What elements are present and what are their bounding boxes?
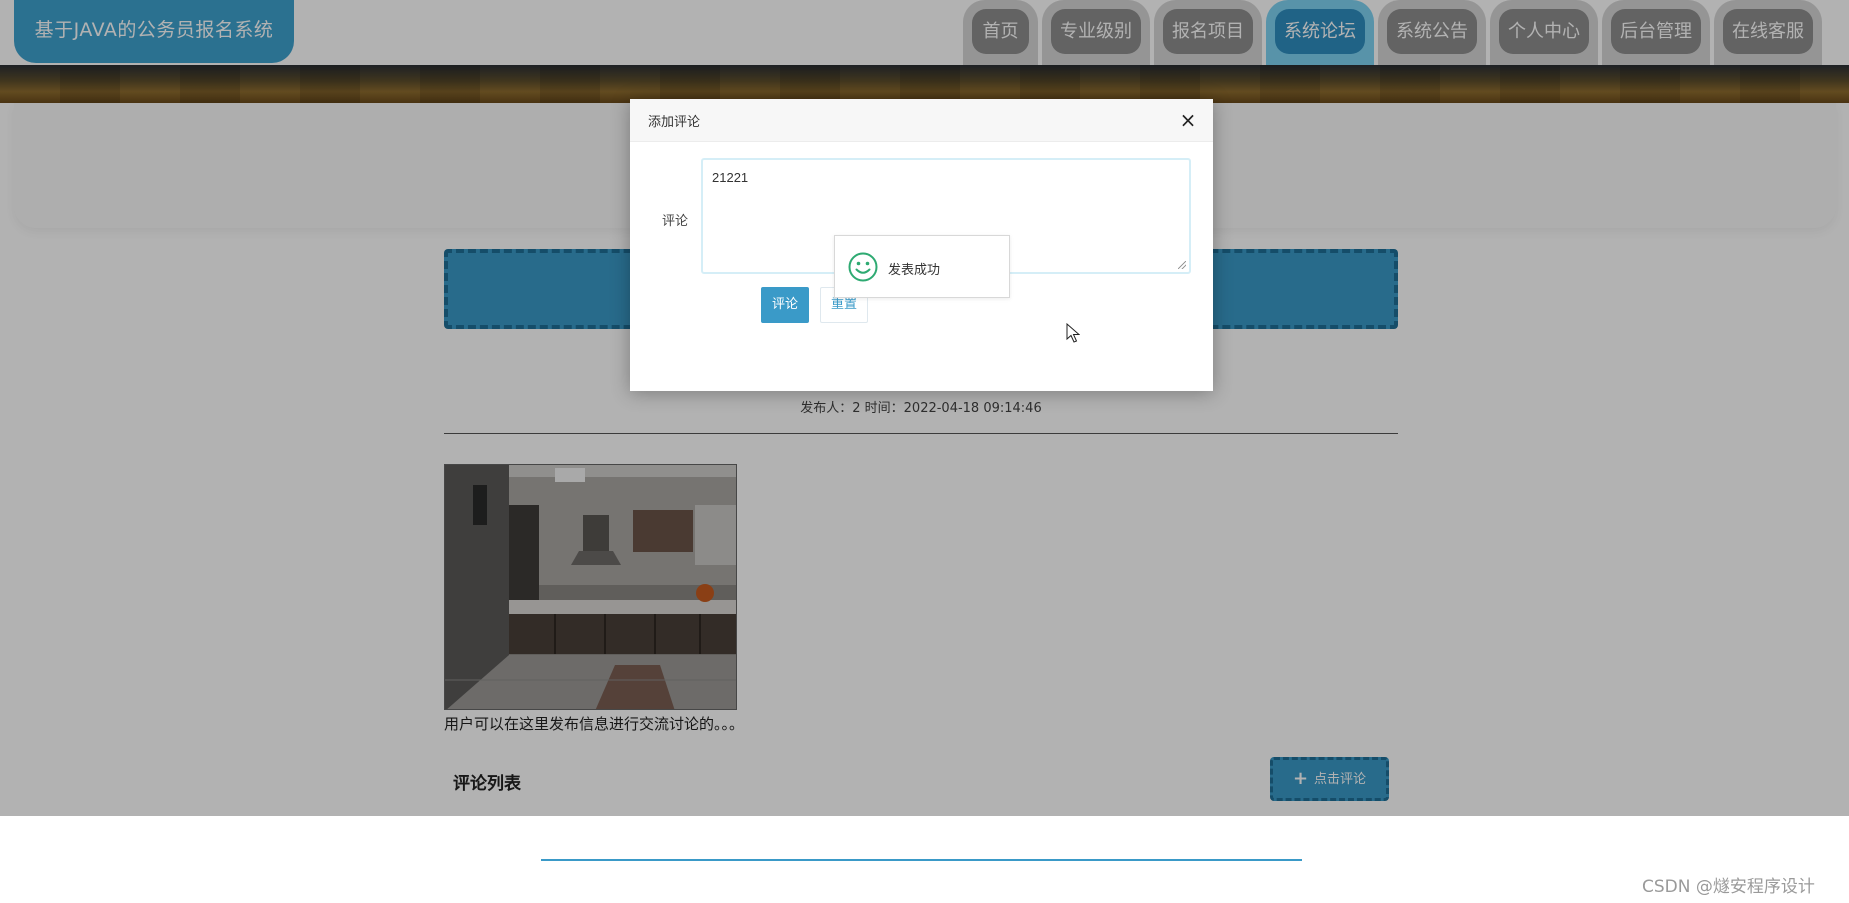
- close-icon[interactable]: ×: [1177, 109, 1199, 131]
- dialog-title: 添加评论: [648, 115, 701, 130]
- smiley-success-icon: [848, 252, 878, 282]
- resize-grip-icon[interactable]: [1178, 261, 1186, 269]
- footer-divider: [541, 859, 1302, 861]
- csdn-watermark: CSDN @燧安程序设计: [1642, 877, 1815, 897]
- success-toast: 发表成功: [834, 235, 1010, 298]
- mouse-cursor-icon: [1066, 323, 1080, 343]
- comment-field-label: 评论: [662, 214, 689, 229]
- dialog-header: 添加评论 ×: [630, 99, 1213, 142]
- comment-textarea-value: 21221: [712, 170, 749, 185]
- toast-message: 发表成功: [888, 263, 941, 278]
- submit-comment-button[interactable]: 评论: [761, 287, 809, 323]
